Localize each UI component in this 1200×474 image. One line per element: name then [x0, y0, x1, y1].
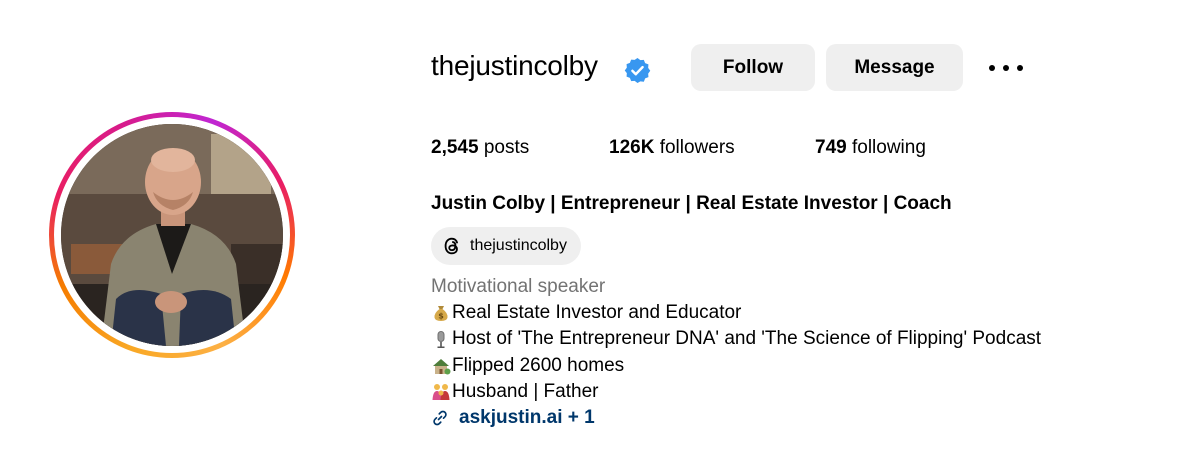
dot	[989, 65, 995, 71]
family-icon	[432, 384, 450, 400]
following-link[interactable]: 749 following	[815, 137, 926, 159]
bio-text: Real Estate Investor and Educator	[452, 302, 742, 323]
link-icon	[433, 410, 447, 426]
posts-number: 2,545	[431, 137, 479, 158]
bio-line: Husband | Father	[431, 381, 598, 403]
profile-full-name: Justin Colby | Entrepreneur | Real Estat…	[431, 193, 952, 214]
bio-line: Flipped 2600 homes	[431, 355, 624, 377]
following-number: 749	[815, 137, 847, 158]
posts-count: 2,545 posts	[431, 137, 529, 159]
house-icon	[433, 359, 451, 375]
bio-text: Flipped 2600 homes	[452, 355, 625, 376]
avatar-ring-gap	[54, 117, 290, 353]
svg-text:$: $	[438, 312, 444, 321]
verified-badge-icon	[624, 58, 651, 83]
following-label: following	[851, 137, 926, 158]
profile-category: Motivational speaker	[431, 276, 606, 297]
followers-number: 126K	[609, 137, 655, 158]
microphone-icon	[437, 331, 445, 348]
profile-username: thejustincolby	[431, 50, 598, 81]
followers-link[interactable]: 126K followers	[609, 137, 735, 159]
message-button[interactable]: Message	[826, 44, 963, 91]
followers-label: followers	[659, 137, 735, 158]
avatar-illustration	[61, 124, 283, 346]
dot	[1003, 65, 1009, 71]
threads-profile-link[interactable]: thejustincolby	[431, 227, 581, 265]
bio-text: Husband | Father	[452, 381, 599, 402]
posts-label: posts	[483, 137, 530, 158]
more-options-icon[interactable]	[989, 62, 1023, 74]
bio-text: Host of 'The Entrepreneur DNA' and 'The …	[452, 328, 1042, 349]
dot	[1017, 65, 1023, 71]
money-bag-icon: $	[434, 306, 448, 321]
bio-line: $ Real Estate Investor and Educator	[431, 302, 741, 324]
external-link-text: askjustin.ai + 1	[459, 407, 595, 428]
threads-icon	[444, 237, 458, 255]
follow-button[interactable]: Follow	[691, 44, 815, 91]
external-link[interactable]: askjustin.ai + 1	[431, 407, 595, 429]
bio-line: Host of 'The Entrepreneur DNA' and 'The …	[431, 328, 1041, 350]
avatar-photo	[61, 124, 283, 346]
profile-avatar[interactable]	[49, 112, 295, 358]
threads-handle: thejustincolby	[470, 237, 567, 254]
